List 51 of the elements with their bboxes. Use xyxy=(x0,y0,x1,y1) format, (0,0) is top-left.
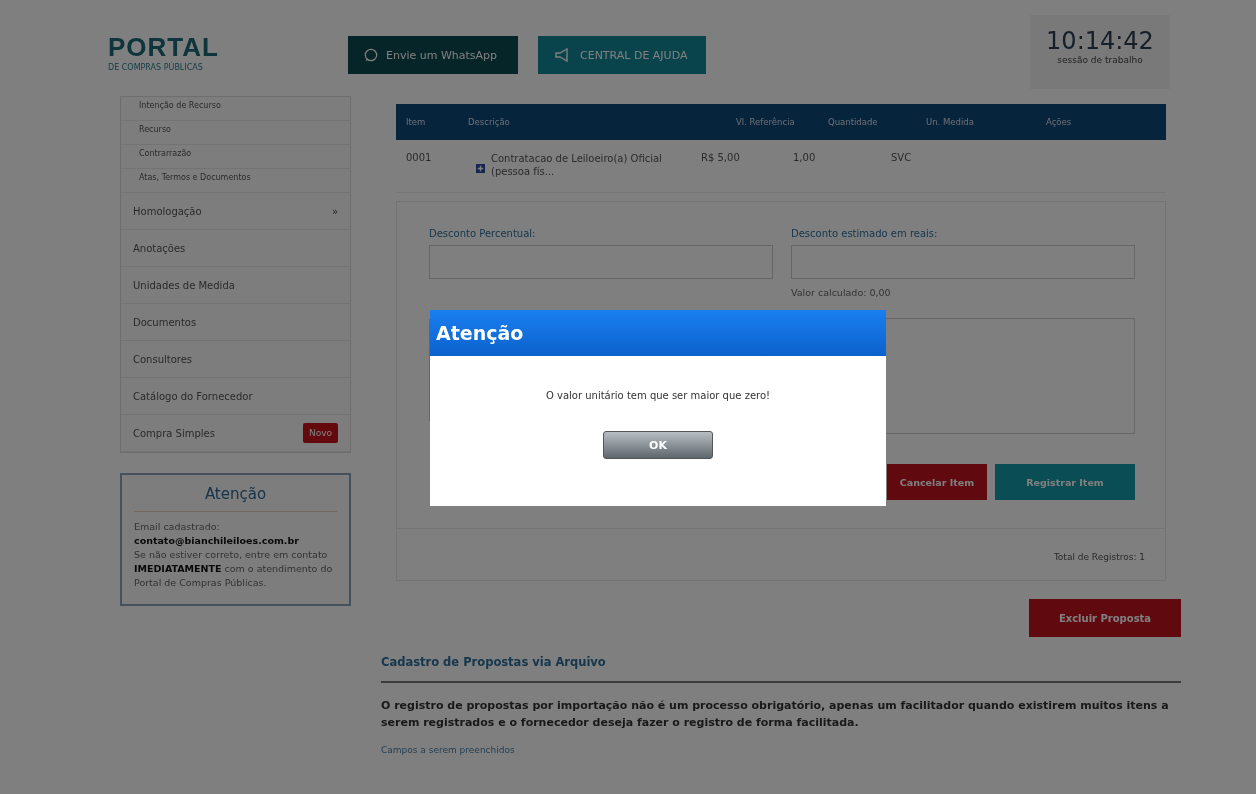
total-count: Total de Registros: 1 xyxy=(1053,552,1145,562)
header-button[interactable]: CENTRAL DE AJUDA xyxy=(538,36,706,74)
notice-title: Atenção xyxy=(134,485,337,512)
sidebar-subitem[interactable]: Atas, Termos e Documentos xyxy=(121,169,350,193)
table-cell-text: R$ 5,00 xyxy=(701,152,741,163)
sidebar-subitem[interactable]: Contrarrazão xyxy=(121,145,350,169)
table-cell-text: 0001 xyxy=(405,152,433,163)
form-button[interactable]: Cancelar Item xyxy=(887,464,987,500)
table-cell-text: 1,00 xyxy=(793,152,817,163)
clock-time: 10:14:42 xyxy=(1045,27,1155,55)
sidebar-item[interactable]: Catálogo do Fornecedor xyxy=(133,390,253,402)
calculated-value: Valor calculado: 0,00 xyxy=(791,287,892,298)
input-field[interactable] xyxy=(429,245,773,279)
delete-proposal-button[interactable]: Excluir Proposta xyxy=(1029,599,1181,637)
clock-caption: sessão de trabalho xyxy=(1056,55,1144,65)
dialog-title: Atenção xyxy=(430,310,886,356)
new-badge: Novo xyxy=(302,423,338,443)
ok-button[interactable]: OK xyxy=(603,431,713,459)
header-button[interactable]: Envie um WhatsApp xyxy=(348,36,518,74)
sidebar-item[interactable]: Consultores xyxy=(133,353,193,365)
table-cell-text: SVC xyxy=(891,152,913,163)
section-title: Cadastro de Propostas via Arquivo xyxy=(381,655,1181,683)
chat-bubble-icon xyxy=(364,48,378,62)
table-cell-text: Contratacao de Leiloeiro(a) Oficial (pessoa fís... xyxy=(491,152,663,178)
column-header: Vl. Referência xyxy=(736,117,796,127)
sidebar-item[interactable]: Homologação xyxy=(133,205,202,217)
column-header: Quantidade xyxy=(828,117,879,127)
sidebar-item[interactable]: Compra Simples xyxy=(133,427,215,439)
dialog-message: O valor unitário tem que ser maior que zero! xyxy=(545,390,771,401)
logo[interactable]: PORTAL xyxy=(108,32,348,63)
sidebar-subitem[interactable]: Recurso xyxy=(121,121,350,145)
form-button[interactable]: Registrar Item xyxy=(995,464,1135,500)
import-description: O registro de propostas por importação não é um processo obrigatório, apenas um facilitador quando existirem muitos itens a serem registrados e o fornecedor deseja fazer o registro de forma facilitada. xyxy=(381,698,1170,731)
sidebar-item[interactable]: Documentos xyxy=(133,316,197,328)
input-field[interactable] xyxy=(791,245,1135,279)
notice-label: Email cadastrado: xyxy=(134,520,221,534)
notice-text: Se não estiver correto, entre em contato IMEDIATAMENTE com o atendimento do Portal de Compras Públicas. xyxy=(134,548,334,590)
column-header: Item xyxy=(405,117,427,127)
column-header: Un. Medida xyxy=(926,117,975,127)
field-label: Desconto Percentual: xyxy=(429,228,537,239)
notice-email: contato@bianchileiloes.com.br xyxy=(134,534,300,548)
sidebar-item[interactable]: Unidades de Medida xyxy=(133,279,235,291)
sidebar-subitem[interactable]: Intenção de Recurso xyxy=(121,97,350,121)
column-header: Ações xyxy=(1046,117,1073,127)
logo-subtitle: DE COMPRAS PÚBLICAS xyxy=(108,63,204,72)
fields-link[interactable]: Campos a serem preenchidos xyxy=(381,745,515,755)
sidebar-item[interactable]: Anotações xyxy=(133,242,186,254)
expand-icon[interactable] xyxy=(476,164,485,173)
column-header: Descrição xyxy=(468,117,511,127)
field-label: Desconto estimado em reais: xyxy=(791,228,939,239)
expand-toggle[interactable]: » xyxy=(331,205,338,217)
